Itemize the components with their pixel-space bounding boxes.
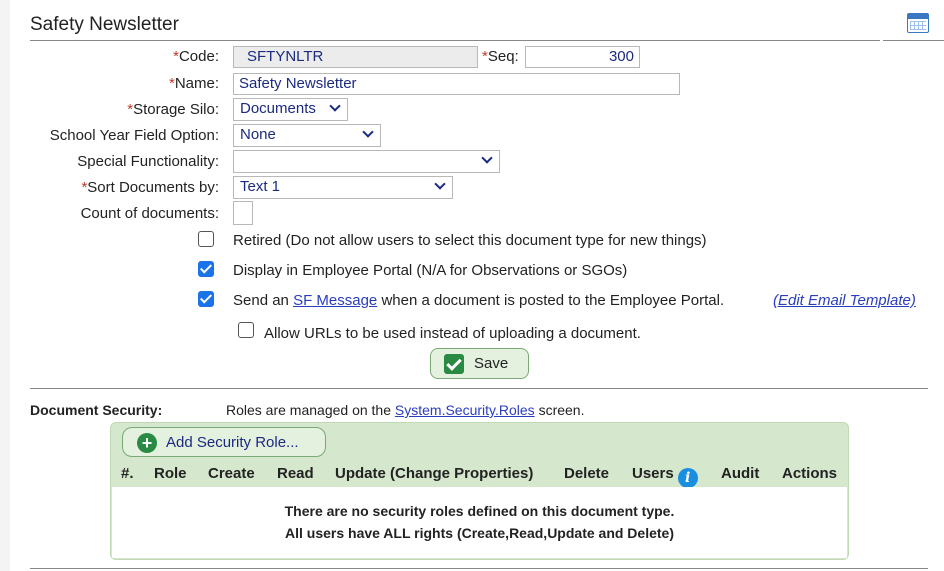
allow-urls-checkbox[interactable]: [238, 322, 254, 338]
special-label-wrap: Special Functionality:: [10, 153, 219, 173]
storage-label-wrap: *Storage Silo:: [10, 101, 219, 121]
send-message-label: Send an SF Message when a document is po…: [233, 292, 725, 309]
chevron-down-icon: [434, 178, 446, 190]
roles-table-body: There are no security roles defined on t…: [112, 487, 847, 558]
edit-email-template-link[interactable]: (Edit Email Template): [773, 292, 916, 309]
sort-label: *Sort Documents by:: [81, 179, 219, 196]
col-audit: Audit: [721, 465, 760, 482]
security-roles-table: + Add Security Role... #. Role Create Re…: [110, 422, 849, 560]
storage-label: *Storage Silo:: [127, 101, 219, 118]
seq-label: *Seq:: [482, 48, 519, 65]
special-select[interactable]: [233, 150, 500, 173]
sort-label-wrap: *Sort Documents by:: [10, 179, 219, 199]
school-year-select[interactable]: None: [233, 124, 381, 147]
name-field[interactable]: Safety Newsletter: [233, 73, 680, 95]
col-delete: Delete: [564, 465, 610, 482]
roles-note: Roles are managed on the System.Security…: [226, 402, 585, 418]
portal-checkbox[interactable]: [198, 261, 214, 277]
col-users: Users i: [632, 465, 698, 488]
code-label-wrap: *Code:: [10, 48, 219, 68]
title-divider-right: [883, 40, 944, 41]
info-icon[interactable]: i: [677, 468, 698, 488]
add-security-role-button[interactable]: + Add Security Role...: [122, 427, 326, 457]
col-read: Read: [277, 465, 314, 482]
col-actions: Actions: [782, 465, 838, 482]
document-type-panel: Safety Newsletter *Code: SFTYNLTR *Seq: …: [10, 0, 944, 571]
calendar-grid-icon[interactable]: [907, 13, 929, 33]
add-security-role-label: Add Security Role...: [166, 434, 299, 451]
seq-field[interactable]: 300: [525, 46, 640, 68]
chevron-down-icon: [329, 100, 341, 112]
save-button[interactable]: Save: [430, 348, 529, 379]
col-role: Role: [154, 465, 187, 482]
count-field[interactable]: [233, 201, 253, 225]
count-label: Count of documents:: [80, 205, 219, 222]
sf-message-link[interactable]: SF Message: [293, 292, 377, 309]
special-label: Special Functionality:: [77, 153, 219, 170]
school-year-label-wrap: School Year Field Option:: [10, 127, 219, 147]
plus-circle-icon: +: [137, 433, 157, 453]
page-title: Safety Newsletter: [30, 14, 179, 35]
chevron-down-icon: [362, 126, 374, 138]
retired-label: Retired (Do not allow users to select th…: [233, 232, 707, 249]
name-label-wrap: *Name:: [10, 75, 219, 95]
sort-select[interactable]: Text 1: [233, 176, 453, 199]
portal-label: Display in Employee Portal (N/A for Obse…: [233, 262, 628, 279]
name-label: *Name:: [168, 75, 219, 92]
code-label: *Code:: [173, 48, 219, 65]
empty-message-line2: All users have ALL rights (Create,Read,U…: [285, 525, 674, 541]
code-field: SFTYNLTR: [233, 46, 478, 68]
system-security-roles-link[interactable]: System.Security.Roles: [395, 402, 535, 418]
allow-urls-label: Allow URLs to be used instead of uploadi…: [264, 325, 641, 342]
col-create: Create: [208, 465, 255, 482]
chevron-down-icon: [481, 152, 493, 164]
checkmark-icon: [444, 354, 464, 374]
school-year-label: School Year Field Option:: [49, 127, 219, 144]
retired-checkbox[interactable]: [198, 231, 214, 247]
bottom-divider: [30, 568, 928, 569]
save-label: Save: [474, 355, 509, 372]
col-update: Update (Change Properties): [335, 465, 534, 482]
col-number: #.: [121, 465, 134, 482]
document-security-label: Document Security:: [30, 402, 163, 418]
title-divider: [30, 40, 880, 41]
section-divider: [30, 388, 928, 389]
storage-select[interactable]: Documents: [233, 98, 348, 121]
count-label-wrap: Count of documents:: [10, 205, 219, 225]
send-message-checkbox[interactable]: [198, 291, 214, 307]
empty-message-line1: There are no security roles defined on t…: [284, 503, 675, 519]
